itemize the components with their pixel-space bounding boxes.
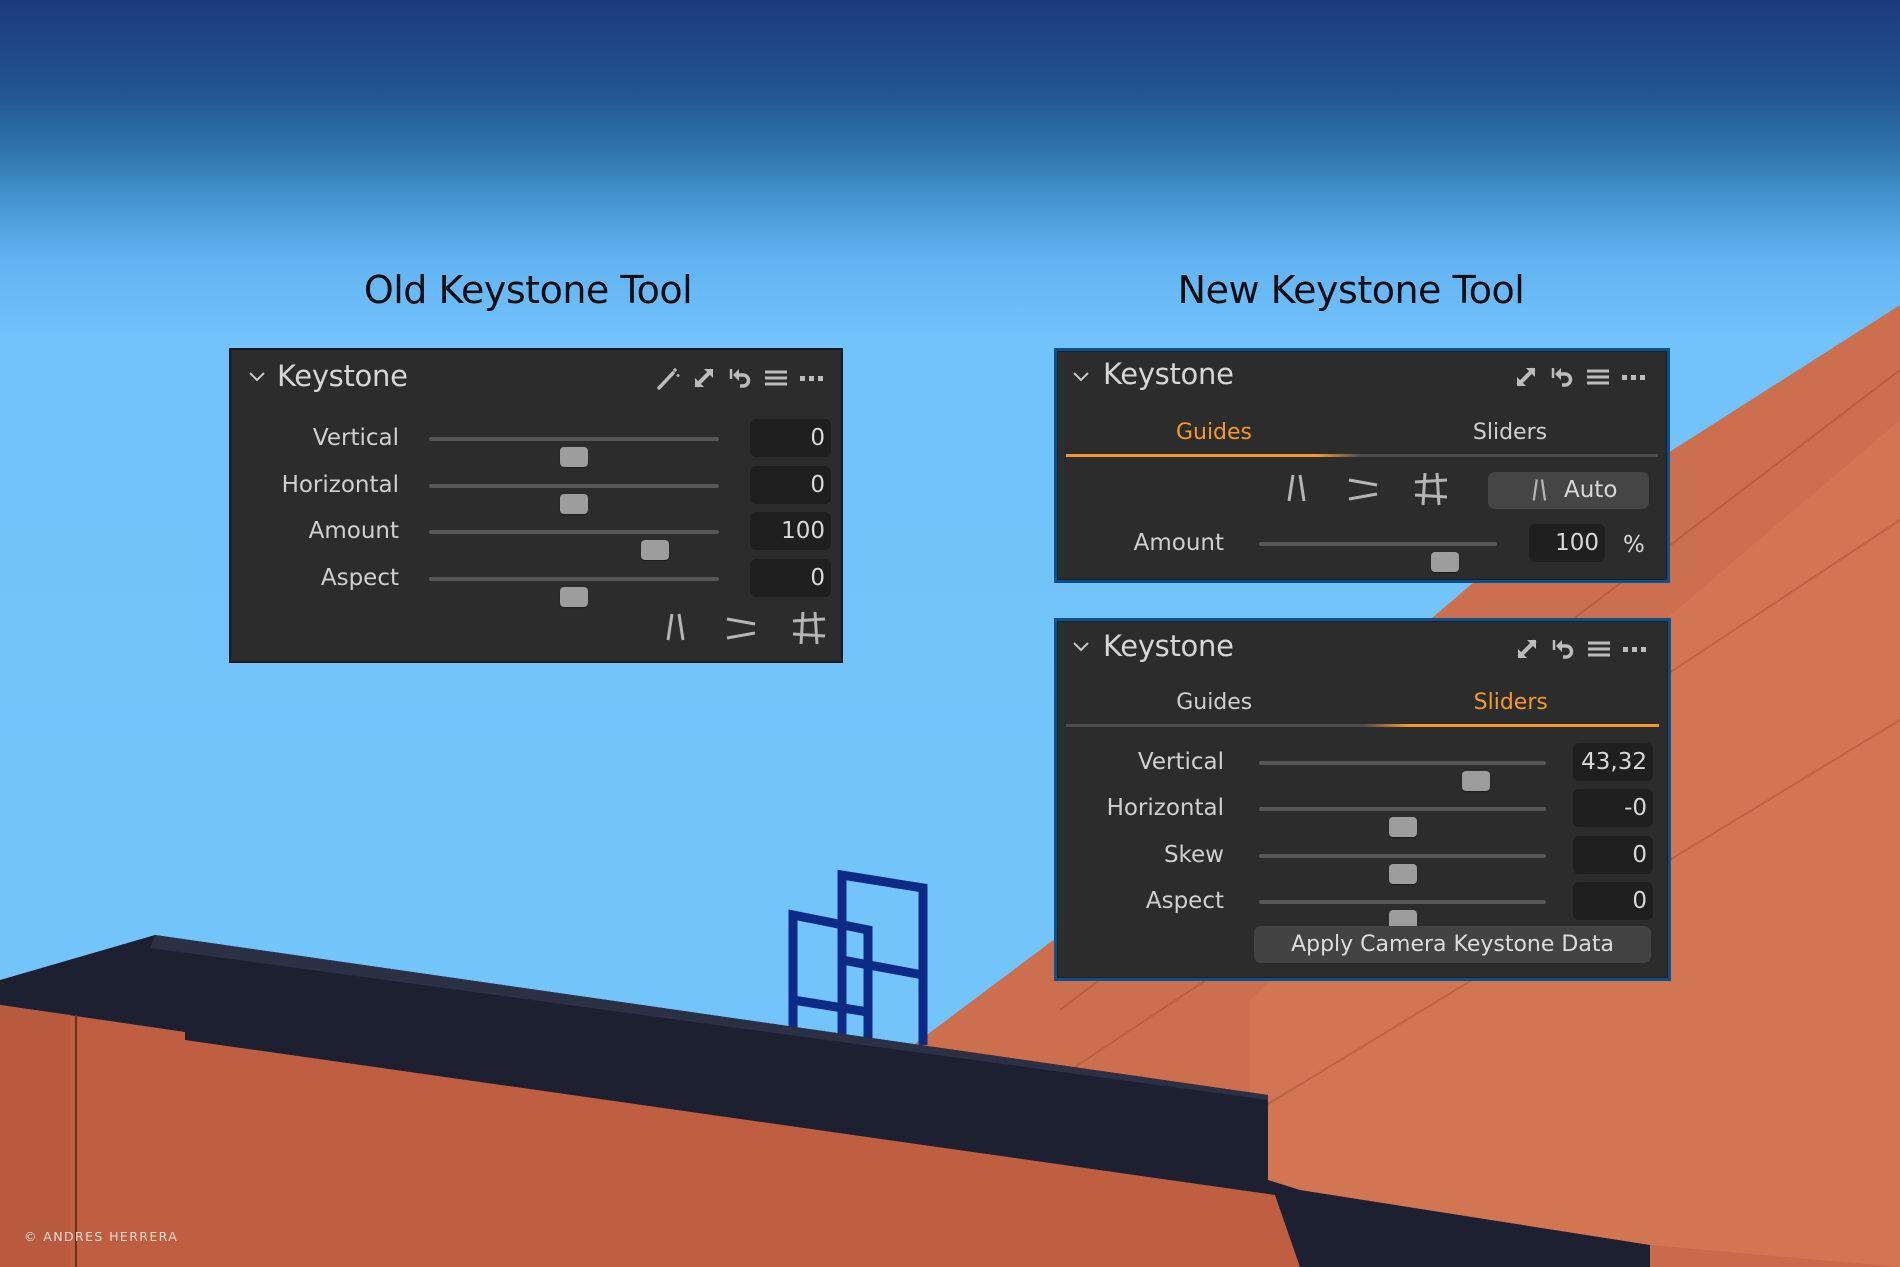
apply-camera-keystone-button[interactable]: Apply Camera Keystone Data (1254, 926, 1651, 963)
full-guide-icon[interactable] (1411, 469, 1451, 509)
panel-header: Keystone (1057, 351, 1667, 407)
slider-thumb[interactable] (1388, 863, 1417, 884)
tab-guides[interactable]: Guides (1066, 413, 1362, 453)
slider-label: Vertical (1137, 749, 1224, 775)
old-keystone-panel: Keystone Vertical 0 Horizontal 0 Amount 100 As… (229, 348, 843, 663)
tab-sliders[interactable]: Sliders (1363, 683, 1660, 723)
slider-track[interactable] (1259, 899, 1546, 930)
horizontal-guide-icon[interactable] (1343, 469, 1383, 509)
slider-track[interactable] (1259, 761, 1546, 791)
panel-header: Keystone (1057, 621, 1668, 677)
slider-track[interactable] (429, 483, 719, 514)
slider-thumb[interactable] (560, 447, 588, 467)
reset-icon[interactable] (1549, 365, 1575, 389)
collapse-chevron-icon[interactable] (1071, 366, 1091, 386)
magic-wand-icon[interactable] (655, 366, 681, 390)
slider-value-field[interactable]: -0 (1573, 789, 1653, 828)
new-tool-title: New Keystone Tool (1177, 268, 1525, 312)
slider-value-field[interactable]: 43,32 (1573, 743, 1653, 781)
slider-label: Aspect (1145, 887, 1224, 914)
ladder (788, 869, 928, 1045)
slider-value-field[interactable]: 0 (1573, 835, 1653, 874)
slider-thumb[interactable] (560, 493, 588, 514)
new-keystone-panel-guides: Keystone Guides Sliders Auto Amount 100 … (1054, 348, 1670, 583)
menu-lines-icon[interactable] (763, 366, 789, 390)
tab-guides[interactable]: Guides (1066, 683, 1363, 723)
slider-row-skew: Skew 0 (1057, 835, 1668, 884)
slider-label: Vertical (312, 425, 399, 451)
slider-track[interactable] (429, 437, 719, 467)
slider-row-vertical: Vertical 0 (231, 419, 841, 467)
amount-row: Amount 100 % (1057, 524, 1667, 572)
slider-thumb[interactable] (560, 586, 588, 607)
vertical-guide-icon (1532, 479, 1547, 501)
slider-value-field[interactable]: 0 (750, 465, 831, 504)
slider-label: Skew (1163, 841, 1224, 868)
expand-arrows-icon[interactable] (1514, 637, 1540, 661)
panel-title: Keystone (1103, 357, 1234, 391)
slider-row-vertical: Vertical 43,32 (1057, 743, 1668, 791)
slider-label: Horizontal (1106, 795, 1224, 822)
amount-slider-track[interactable] (1259, 542, 1497, 572)
amount-label: Amount (1133, 530, 1224, 556)
reset-icon[interactable] (727, 366, 753, 390)
amount-slider-thumb[interactable] (1430, 552, 1459, 572)
vertical-guide-icon[interactable] (1276, 469, 1316, 509)
slider-track[interactable] (1259, 807, 1546, 838)
panel-title: Keystone (1103, 629, 1234, 663)
collapse-chevron-icon[interactable] (1071, 636, 1091, 656)
slider-row-horizontal: Horizontal -0 (1057, 789, 1668, 838)
expand-arrows-icon[interactable] (691, 366, 717, 390)
slider-track[interactable] (1259, 853, 1546, 884)
slider-thumb[interactable] (1461, 771, 1490, 791)
photo-credit: © ANDRES HERRERA (24, 1229, 179, 1244)
auto-button[interactable]: Auto (1488, 472, 1649, 509)
tab-sliders[interactable]: Sliders (1362, 413, 1658, 453)
slider-value-field[interactable]: 0 (1573, 881, 1653, 920)
slider-value-field[interactable]: 0 (750, 419, 831, 457)
collapse-chevron-icon[interactable] (247, 366, 267, 386)
amount-value-field[interactable]: 100 (1529, 524, 1605, 562)
menu-lines-icon[interactable] (1585, 365, 1611, 389)
auto-button-label: Auto (1564, 477, 1618, 503)
slider-label: Horizontal (281, 471, 399, 498)
tab-bar: Guides Sliders (1066, 683, 1659, 731)
slider-label: Aspect (320, 564, 399, 591)
old-tool-title: Old Keystone Tool (363, 268, 693, 312)
slider-row-amount: Amount 100 (231, 512, 841, 560)
full-guide-icon[interactable] (789, 608, 829, 648)
horizontal-guide-icon[interactable] (721, 608, 761, 648)
slider-thumb[interactable] (1388, 817, 1417, 838)
more-dots-icon[interactable] (1621, 365, 1647, 389)
slider-row-horizontal: Horizontal 0 (231, 465, 841, 514)
menu-lines-icon[interactable] (1586, 637, 1612, 661)
tab-bar: Guides Sliders (1066, 413, 1658, 461)
tab-underline (1066, 724, 1659, 727)
more-dots-icon[interactable] (1622, 637, 1648, 661)
slider-track[interactable] (429, 530, 719, 560)
slider-row-aspect: Aspect 0 (1057, 881, 1668, 930)
tab-underline (1066, 454, 1658, 457)
amount-unit: % (1623, 532, 1645, 558)
slider-thumb[interactable] (641, 540, 670, 560)
more-dots-icon[interactable] (799, 366, 825, 390)
slider-label: Amount (308, 518, 399, 544)
new-keystone-panel-sliders: Keystone Guides Sliders Vertical 43,32 Hor… (1054, 618, 1671, 981)
reset-icon[interactable] (1550, 637, 1576, 661)
slider-track[interactable] (429, 576, 719, 607)
slider-value-field[interactable]: 0 (750, 558, 831, 597)
vertical-guide-icon[interactable] (655, 608, 695, 648)
slider-value-field[interactable]: 100 (750, 512, 831, 550)
panel-title: Keystone (277, 359, 408, 393)
slider-row-aspect: Aspect 0 (231, 558, 841, 607)
expand-arrows-icon[interactable] (1513, 365, 1539, 389)
panel-header: Keystone (231, 350, 841, 406)
